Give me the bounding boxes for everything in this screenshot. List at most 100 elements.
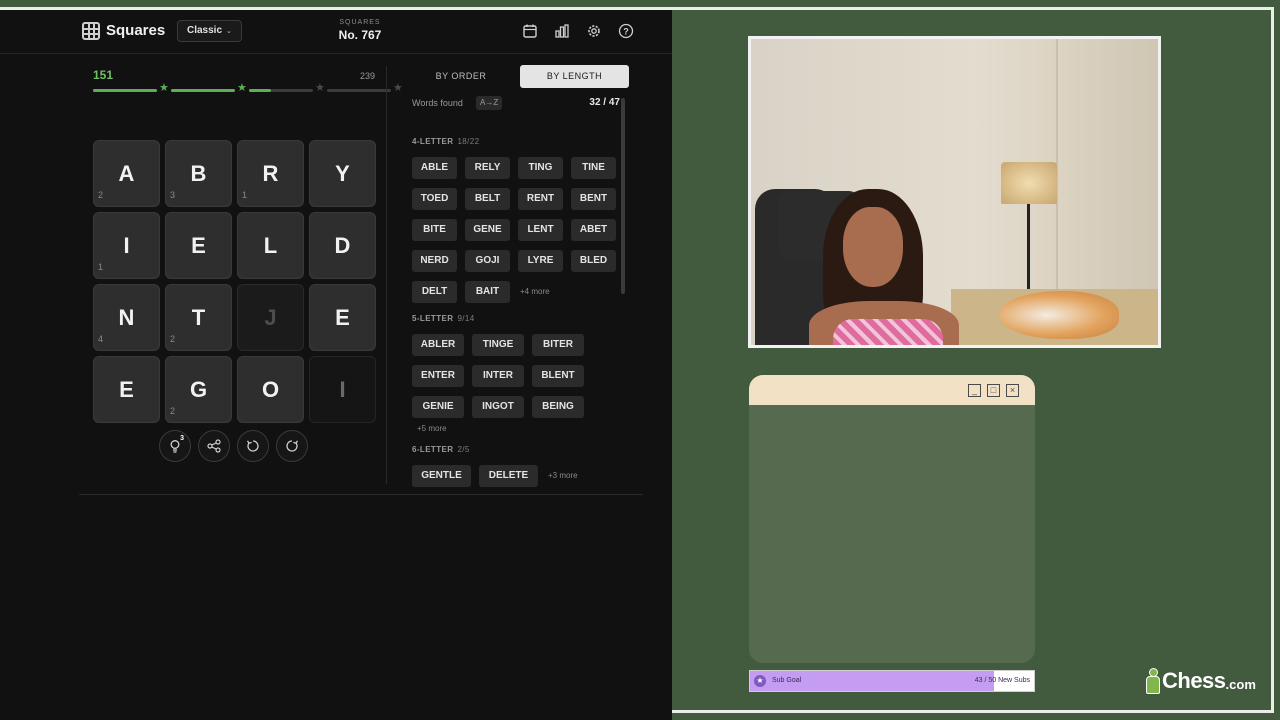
found-word-chip[interactable]: GENE	[465, 219, 510, 241]
tile-count: 3	[170, 190, 176, 200]
letter-tile[interactable]: O	[237, 356, 304, 423]
tile-letter: N	[118, 304, 135, 330]
found-word-chip[interactable]: INGOT	[472, 396, 524, 418]
tab-by-order[interactable]: BY ORDER	[406, 65, 516, 88]
chess-com-logo: Chess .com	[1146, 664, 1256, 698]
letter-tile[interactable]: I1	[93, 212, 160, 279]
tile-letter: E	[191, 232, 206, 258]
overlay-window-titlebar: _ □ ×	[749, 375, 1035, 405]
share-icon	[207, 439, 221, 453]
progress-segment-fill	[171, 89, 235, 92]
found-word-chip[interactable]: INTER	[472, 365, 524, 387]
found-word-chip[interactable]: ABLER	[412, 334, 464, 356]
calendar-icon[interactable]	[521, 22, 539, 40]
found-word-chip[interactable]: BEING	[532, 396, 584, 418]
letter-tile[interactable]: I	[309, 356, 376, 423]
word-section-fraction: 18/22	[457, 137, 480, 146]
more-words-link[interactable]: +4 more	[520, 287, 550, 296]
word-section-heading: 4-LETTER 18/22	[412, 137, 479, 146]
hint-button[interactable]: 3	[159, 430, 191, 462]
found-word-chip[interactable]: BITE	[412, 219, 457, 241]
share-button[interactable]	[198, 430, 230, 462]
help-icon[interactable]: ?	[617, 22, 635, 40]
sub-goal-progress: 43 / 50 New Subs	[974, 677, 1030, 684]
found-word-chip[interactable]: GENTLE	[412, 465, 471, 487]
found-word-chip[interactable]: TING	[518, 157, 563, 179]
letter-tile[interactable]: A2	[93, 140, 160, 207]
found-word-chip[interactable]: NERD	[412, 250, 457, 272]
word-section-heading: 6-LETTER 2/5	[412, 445, 470, 454]
letter-tile[interactable]: G2	[165, 356, 232, 423]
rotate-right-icon	[286, 440, 299, 452]
bottom-divider	[79, 494, 643, 495]
found-word-chip[interactable]: BAIT	[465, 281, 510, 303]
sub-goal-label: Sub Goal	[772, 677, 802, 684]
sort-button[interactable]: A→Z	[476, 96, 503, 110]
letter-tile[interactable]: T2	[165, 284, 232, 351]
found-word-chip[interactable]: RENT	[518, 188, 563, 210]
letter-tile[interactable]: J	[237, 284, 304, 351]
letter-tile[interactable]: R1	[237, 140, 304, 207]
score-max: 239	[359, 71, 375, 81]
letter-tile[interactable]: D	[309, 212, 376, 279]
puzzle-number: No. 767	[338, 28, 382, 42]
letter-tile[interactable]: N4	[93, 284, 160, 351]
letter-tile[interactable]: Y	[309, 140, 376, 207]
found-word-chip[interactable]: ABLE	[412, 157, 457, 179]
chess-com-wordmark: Chess	[1162, 668, 1226, 693]
tab-by-length[interactable]: BY LENGTH	[520, 65, 629, 88]
letter-tile[interactable]: E	[165, 212, 232, 279]
stats-icon[interactable]	[553, 22, 571, 40]
found-word-chip[interactable]: BELT	[465, 188, 510, 210]
found-word-chip[interactable]: ENTER	[412, 365, 464, 387]
tile-letter: J	[264, 304, 277, 330]
progress-segment	[249, 89, 313, 92]
shuffle-button[interactable]	[237, 430, 269, 462]
found-word-chip[interactable]: DELETE	[479, 465, 538, 487]
pawn-icon	[1146, 668, 1160, 694]
milestone-star-icon: ★	[159, 82, 169, 94]
more-words-link[interactable]: +5 more	[417, 424, 447, 433]
found-word-chip[interactable]: BITER	[532, 334, 584, 356]
found-word-chip[interactable]: TOED	[412, 188, 457, 210]
settings-icon[interactable]	[585, 22, 603, 40]
chess-com-tld: .com	[1225, 676, 1256, 692]
tile-count: 1	[98, 262, 104, 272]
mode-select-value: Classic	[187, 25, 223, 36]
letter-tile[interactable]: L	[237, 212, 304, 279]
found-word-chip[interactable]: LENT	[518, 219, 563, 241]
tile-letter: T	[191, 304, 206, 330]
found-word-chip[interactable]: BLENT	[532, 365, 584, 387]
more-words-link[interactable]: +3 more	[548, 471, 578, 480]
lamp-stand	[1027, 204, 1030, 294]
found-word-chip[interactable]: GENIE	[412, 396, 464, 418]
app-name: Squares	[106, 22, 166, 39]
tile-letter: G	[189, 376, 208, 402]
found-word-chip[interactable]: TINE	[571, 157, 616, 179]
reset-button[interactable]	[276, 430, 308, 462]
letter-tile[interactable]: E	[93, 356, 160, 423]
found-word-chip[interactable]: BENT	[571, 188, 616, 210]
tile-letter: R	[262, 160, 279, 186]
tile-letter: A	[118, 160, 135, 186]
found-word-chip[interactable]: ABET	[571, 219, 616, 241]
found-word-chip[interactable]: BLED	[571, 250, 616, 272]
letter-tile[interactable]: E	[309, 284, 376, 351]
chevron-down-icon: ⌄	[226, 28, 232, 35]
word-section-title: 5-LETTER	[412, 314, 454, 323]
found-word-chip[interactable]: DELT	[412, 281, 457, 303]
tile-count: 2	[170, 334, 176, 344]
found-word-chip[interactable]: RELY	[465, 157, 510, 179]
word-section-fraction: 2/5	[457, 445, 470, 454]
word-section-title: 4-LETTER	[412, 137, 454, 146]
streamer-face	[843, 207, 903, 287]
found-word-chip[interactable]: LYRE	[518, 250, 563, 272]
found-word-chip[interactable]: GOJI	[465, 250, 510, 272]
tile-letter: O	[261, 376, 280, 402]
found-word-chip[interactable]: TINGE	[472, 334, 524, 356]
game-header: Squares Classic ⌄ SQUARES No. 767 ?	[0, 10, 672, 54]
letter-tile[interactable]: B3	[165, 140, 232, 207]
close-icon: ×	[1006, 384, 1019, 397]
mode-select[interactable]: Classic ⌄	[177, 20, 242, 42]
word-list-scrollbar[interactable]	[621, 98, 625, 294]
